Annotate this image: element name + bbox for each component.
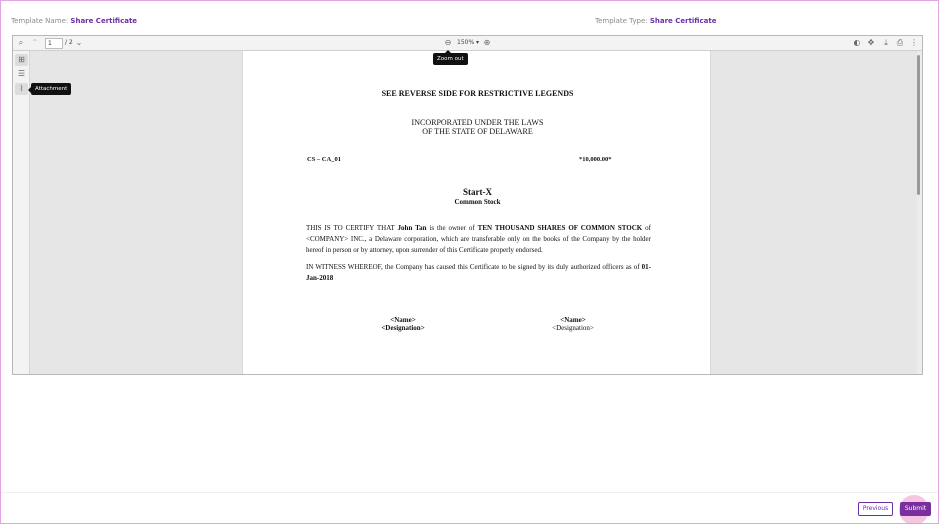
scrollbar-thumb[interactable]: [917, 55, 920, 195]
para1-text-a: THIS IS TO CERTIFY THAT: [306, 224, 398, 232]
page-total: / 2: [65, 39, 73, 46]
template-name-label: Template Name:: [11, 17, 69, 25]
template-type: Template Type: Share Certificate: [595, 17, 716, 25]
signature-block-right: <Name> <Designation>: [533, 316, 613, 332]
more-icon[interactable]: ⋮: [909, 38, 919, 48]
zoom-out-tooltip: Zoom out: [433, 50, 468, 65]
download-icon[interactable]: ⤓: [881, 38, 891, 48]
chevron-up-icon[interactable]: ⌃: [30, 38, 40, 48]
certification-paragraph: THIS IS TO CERTIFY THAT John Tan is the …: [306, 223, 651, 256]
incorporation-line-1: INCORPORATED UNDER THE LAWS: [411, 118, 544, 127]
stock-class: Common Stock: [454, 198, 501, 206]
search-icon[interactable]: ⌕: [16, 38, 26, 48]
template-name-value: Share Certificate: [70, 17, 138, 25]
restrictive-legend: SEE REVERSE SIDE FOR RESTRICTIVE LEGENDS: [381, 89, 574, 98]
document-canvas: SEE REVERSE SIDE FOR RESTRICTIVE LEGENDS…: [31, 51, 920, 374]
viewer-sidebar: ⊞ ☰ ⌇: [13, 51, 30, 374]
vertical-scrollbar[interactable]: [917, 51, 922, 374]
signature-block-left: <Name> <Designation>: [363, 316, 443, 332]
share-count: *10,000.00*: [579, 156, 612, 163]
signatory-designation-left: <Designation>: [381, 324, 425, 332]
para1-text-b: is the owner of: [426, 224, 478, 232]
certificate-number: CS – CA_01: [307, 156, 341, 163]
submit-button[interactable]: Submit: [900, 502, 931, 516]
template-type-label: Template Type:: [595, 17, 648, 25]
holder-name: John Tan: [397, 224, 427, 232]
pan-icon[interactable]: ✥: [866, 38, 876, 48]
incorporation-statement: INCORPORATED UNDER THE LAWS OF THE STATE…: [243, 118, 712, 136]
template-name: Template Name: Share Certificate: [11, 17, 137, 25]
share-description: TEN THOUSAND SHARES OF COMMON STOCK: [477, 224, 643, 232]
company-name: Start-X: [463, 187, 492, 197]
pdf-viewer: ⌕ ⌃ 1 / 2 ⌄ ⊖ 150% ▾ ⊕ ◐ ✥ ⤓ ⎙ ⋮ ⊞ ☰ ⌇ S…: [12, 35, 923, 375]
print-icon[interactable]: ⎙: [895, 38, 905, 48]
zoom-out-icon[interactable]: ⊖: [443, 38, 453, 48]
signatory-designation-right: <Designation>: [552, 324, 594, 332]
signatory-name-right: <Name>: [560, 316, 586, 324]
attachment-icon[interactable]: ⌇: [15, 83, 28, 95]
attachment-tooltip: Attachment: [27, 83, 72, 95]
zoom-level-select[interactable]: 150% ▾: [457, 39, 479, 46]
zoom-in-icon[interactable]: ⊕: [482, 38, 492, 48]
signatory-name-left: <Name>: [390, 316, 416, 324]
document-page: SEE REVERSE SIDE FOR RESTRICTIVE LEGENDS…: [242, 51, 711, 374]
footer-divider: [1, 492, 938, 493]
previous-button[interactable]: Previous: [858, 502, 893, 516]
chevron-down-icon[interactable]: ⌄: [74, 38, 84, 48]
template-type-value: Share Certificate: [649, 17, 717, 25]
incorporation-line-2: OF THE STATE OF DELAWARE: [422, 127, 533, 136]
thumbnails-icon[interactable]: ⊞: [15, 54, 28, 66]
contrast-icon[interactable]: ◐: [852, 38, 862, 48]
viewer-toolbar: ⌕ ⌃ 1 / 2 ⌄ ⊖ 150% ▾ ⊕ ◐ ✥ ⤓ ⎙ ⋮: [13, 36, 922, 51]
witness-paragraph: IN WITNESS WHEREOF, the Company has caus…: [306, 262, 651, 284]
page-number-input[interactable]: 1: [45, 38, 63, 49]
outline-icon[interactable]: ☰: [15, 68, 28, 80]
para2-text-a: IN WITNESS WHEREOF, the Company has caus…: [306, 263, 642, 271]
